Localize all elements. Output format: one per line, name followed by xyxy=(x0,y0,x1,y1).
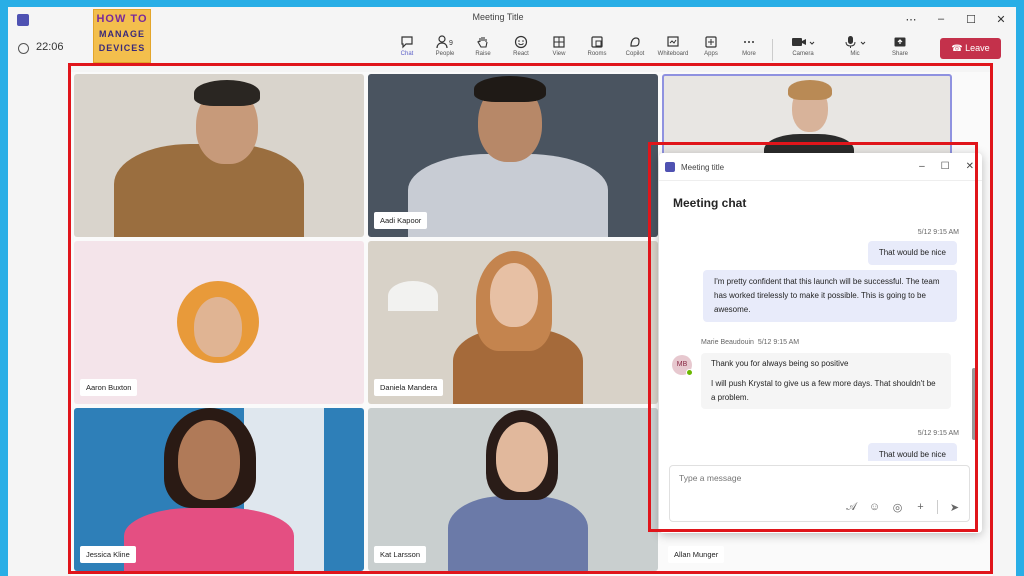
message-bubble-self: That would be nice xyxy=(867,241,957,265)
view-button[interactable]: View xyxy=(540,35,578,65)
smile-icon xyxy=(514,35,528,49)
participant-face xyxy=(496,422,548,492)
minimize-icon[interactable]: – xyxy=(933,13,949,26)
participant-body xyxy=(124,508,294,571)
participant-face xyxy=(194,297,242,357)
svg-text:9: 9 xyxy=(449,40,453,47)
grid-icon xyxy=(553,36,565,48)
format-icon[interactable]: 𝒜 xyxy=(845,501,858,514)
chat-heading: Meeting chat xyxy=(673,196,747,210)
participant-hair xyxy=(474,76,546,102)
meeting-chat-window: Meeting title – ☐ ✕ Meeting chat 5/12 9:… xyxy=(659,153,982,533)
chat-button[interactable]: Chat xyxy=(388,35,426,65)
avatar: MB xyxy=(672,355,693,376)
more-options-icon[interactable]: ⋯ xyxy=(903,13,919,26)
message-bubble-other: Thank you for always being so positive I… xyxy=(701,353,951,409)
share-icon xyxy=(894,37,906,47)
participant-name: Kat Larsson xyxy=(374,546,427,563)
participant-hair xyxy=(194,80,260,106)
mic-icon xyxy=(845,36,866,48)
sender-name: Marie Beaudouin xyxy=(701,339,754,346)
whiteboard-button[interactable]: Whiteboard xyxy=(654,35,692,65)
video-tile[interactable]: Aadi Kapoor xyxy=(368,74,658,237)
message-bubble-self: I'm pretty confident that this launch wi… xyxy=(703,270,957,322)
brand-logo: HOW TO MANAGE DEVICES xyxy=(93,9,151,63)
presence-available-icon xyxy=(686,369,693,376)
compose-box[interactable]: 𝒜 ☺ ◎ + ➤ xyxy=(669,465,970,522)
copilot-button[interactable]: Copilot xyxy=(616,35,654,65)
plus-icon[interactable]: + xyxy=(914,501,927,513)
video-tile[interactable]: Jessica Kline xyxy=(74,408,364,571)
share-button[interactable]: Share xyxy=(881,35,919,65)
copilot-icon xyxy=(630,37,640,47)
react-button[interactable]: React xyxy=(502,35,540,65)
camera-icon xyxy=(792,38,815,46)
toolbar-divider xyxy=(772,39,773,61)
meeting-toolbar: Chat 9 People Raise React View Rooms Cop… xyxy=(388,35,919,65)
participant-body xyxy=(448,496,588,571)
participant-hair xyxy=(788,80,832,100)
participant-name: Daniela Mandera xyxy=(374,379,444,396)
people-button[interactable]: 9 People xyxy=(426,35,464,65)
message-bubble-self: That would be nice xyxy=(867,443,957,461)
more-button[interactable]: More xyxy=(730,35,768,65)
teams-logo-icon xyxy=(665,162,675,172)
close-icon[interactable]: ✕ xyxy=(993,13,1009,26)
sender-timestamp: 5/12 9:15 AM xyxy=(757,339,800,346)
rooms-icon xyxy=(591,36,603,48)
message-timestamp: 5/12 9:15 AM xyxy=(917,229,959,236)
video-tile[interactable]: Aaron Buxton xyxy=(74,241,364,404)
loop-icon[interactable]: ◎ xyxy=(891,501,904,514)
more-icon xyxy=(744,41,754,43)
chat-scrollbar[interactable] xyxy=(972,368,976,440)
maximize-icon[interactable]: ☐ xyxy=(941,161,950,172)
mic-button[interactable]: Mic xyxy=(829,35,881,65)
participant-name: Jessica Kline xyxy=(80,546,136,563)
message-timestamp: 5/12 9:15 AM xyxy=(917,430,959,437)
video-tile[interactable]: Daniela Mandera xyxy=(368,241,658,404)
participant-face xyxy=(490,263,538,327)
whiteboard-icon xyxy=(667,36,679,47)
timer-icon xyxy=(18,43,29,54)
video-tile[interactable]: Kat Larsson xyxy=(368,408,658,571)
camera-button[interactable]: Camera xyxy=(777,35,829,65)
title-bar: 22:06 HOW TO MANAGE DEVICES Meeting Titl… xyxy=(8,7,1016,65)
compose-divider xyxy=(937,500,938,514)
participant-body xyxy=(408,154,608,237)
raise-hand-button[interactable]: Raise xyxy=(464,35,502,65)
teams-logo-icon xyxy=(17,14,29,26)
participant-name: Allan Munger xyxy=(668,546,725,563)
sender-line: Marie Beaudouin 5/12 9:15 AM xyxy=(701,339,799,346)
window-controls: ⋯ – ☐ ✕ xyxy=(903,13,1009,26)
compose-toolbar: 𝒜 ☺ ◎ + ➤ xyxy=(845,500,961,514)
message-list[interactable]: 5/12 9:15 AM That would be nice I'm pret… xyxy=(659,221,977,461)
meeting-title: Meeting Title xyxy=(472,12,524,22)
chat-icon xyxy=(401,36,413,49)
people-icon: 9 xyxy=(436,35,453,49)
apps-button[interactable]: Apps xyxy=(692,35,730,65)
emoji-icon[interactable]: ☺ xyxy=(868,501,881,513)
chat-window-title: Meeting title xyxy=(681,163,725,172)
message-text: I will push Krystal to give us a few mor… xyxy=(711,379,936,402)
chat-titlebar: Meeting title – ☐ ✕ xyxy=(659,153,982,181)
participant-name: Aaron Buxton xyxy=(80,379,138,396)
meeting-timer: 22:06 xyxy=(36,41,64,53)
message-input[interactable] xyxy=(679,473,959,483)
lamp xyxy=(388,281,438,311)
leave-button[interactable]: ☎ Leave xyxy=(940,38,1001,59)
close-icon[interactable]: ✕ xyxy=(966,161,974,172)
participant-face xyxy=(178,420,240,500)
message-text: Thank you for always being so positive xyxy=(711,359,849,368)
teams-window: 22:06 HOW TO MANAGE DEVICES Meeting Titl… xyxy=(8,7,1016,576)
plus-square-icon xyxy=(705,36,717,48)
phone-hangup-icon: ☎ xyxy=(951,43,966,53)
rooms-button[interactable]: Rooms xyxy=(578,35,616,65)
chat-window-controls: – ☐ ✕ xyxy=(919,161,974,172)
video-tile[interactable] xyxy=(74,74,364,237)
send-icon[interactable]: ➤ xyxy=(948,501,961,514)
hand-icon xyxy=(477,37,488,48)
maximize-icon[interactable]: ☐ xyxy=(963,13,979,26)
participant-name: Aadi Kapoor xyxy=(374,212,428,229)
minimize-icon[interactable]: – xyxy=(919,161,925,172)
